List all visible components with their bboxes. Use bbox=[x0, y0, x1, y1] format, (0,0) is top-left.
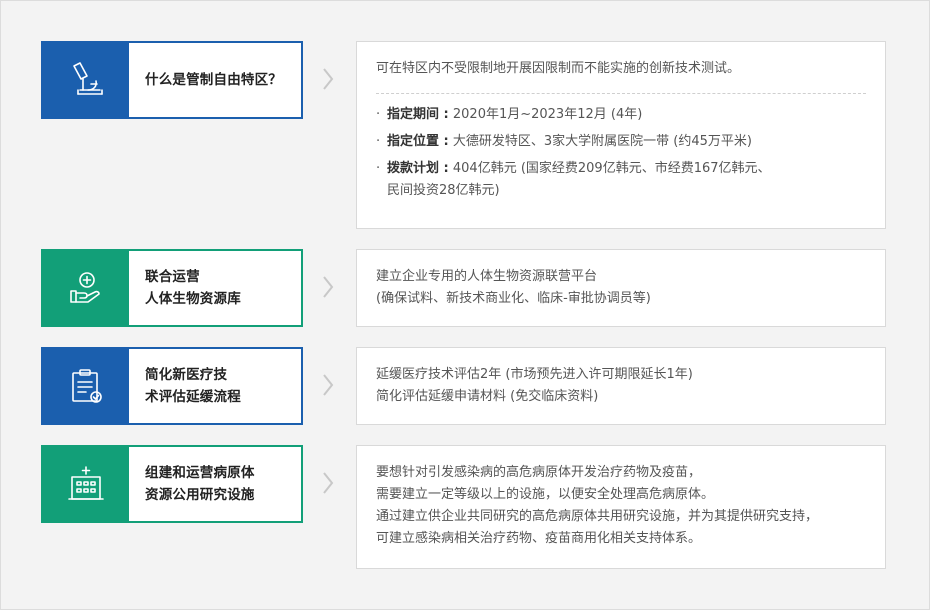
hand-medical-icon bbox=[70, 272, 100, 303]
bullet-text: 2020年1月~2023年12月 (4年) bbox=[452, 107, 643, 122]
bullet-label: 拨款计划 : bbox=[387, 161, 449, 176]
description-special-zone: 可在特区内不受限制地开展因限制而不能实施的创新技术测试。 · 指定期间 : 20… bbox=[356, 41, 886, 229]
chevron-right-icon bbox=[318, 468, 338, 498]
card-icon-box bbox=[43, 251, 129, 325]
clipboard-check-icon bbox=[72, 369, 102, 403]
description-line: 通过建立供企业共同研究的高危病原体共用研究设施，并为其提供研究支持， bbox=[376, 509, 819, 524]
description-line: 需要建立一定等级以上的设施，以便安全处理高危病原体。 bbox=[376, 487, 715, 502]
description-line: (确保试料、新技术商业化、临床-审批协调员等) bbox=[376, 291, 651, 306]
intro-text: 可在特区内不受限制地开展因限制而不能实施的创新技术测试。 bbox=[376, 61, 741, 76]
card-title: 联合运营 人体生物资源库 bbox=[129, 251, 301, 325]
card-title-line: 术评估延缓流程 bbox=[145, 389, 241, 405]
card-title: 组建和运营病原体 资源公用研究设施 bbox=[129, 447, 301, 521]
card-icon-box bbox=[43, 447, 129, 521]
description-line: 建立企业专用的人体生物资源联营平台 bbox=[376, 269, 598, 284]
microscope-icon bbox=[73, 62, 103, 95]
card-icon-box bbox=[43, 349, 129, 423]
card-title-line: 人体生物资源库 bbox=[145, 291, 241, 307]
description-pathogen-facility: 要想针对引发感染病的高危病原体开发治疗药物及疫苗， 需要建立一定等级以上的设施，… bbox=[356, 445, 886, 569]
bullet-text: 404亿韩元 (国家经费209亿韩元、市经费167亿韩元、 bbox=[452, 161, 771, 176]
bullet-label: 指定位置 : bbox=[387, 134, 449, 149]
bullet-text-continued: 民间投资28亿韩元) bbox=[387, 183, 500, 198]
bullet-location: · 指定位置 : 大德研发特区、3家大学附属医院一带 (约45万平米) bbox=[376, 134, 752, 149]
bullet-funding: · 拨款计划 : 404亿韩元 (国家经费209亿韩元、市经费167亿韩元、 民间… bbox=[376, 161, 771, 198]
card-medtech-evaluation: 简化新医疗技 术评估延缓流程 bbox=[41, 347, 303, 425]
dashed-divider bbox=[376, 93, 866, 94]
bullet-period: · 指定期间 : 2020年1月~2023年12月 (4年) bbox=[376, 107, 643, 122]
card-title-line: 什么是管制自由特区？ bbox=[145, 72, 282, 88]
description-biobank: 建立企业专用的人体生物资源联营平台 (确保试料、新技术商业化、临床-审批协调员等… bbox=[356, 249, 886, 327]
bullet-label: 指定期间 : bbox=[387, 107, 449, 122]
chevron-right-icon bbox=[318, 272, 338, 302]
description-medtech-evaluation: 延缓医疗技术评估2年 (市场预先进入许可期限延长1年) 简化评估延缓申请材料 (… bbox=[356, 347, 886, 425]
description-line: 简化评估延缓申请材料 (免交临床资料) bbox=[376, 389, 599, 404]
chevron-right-icon bbox=[318, 64, 338, 94]
card-title-line: 资源公用研究设施 bbox=[145, 487, 255, 503]
card-icon-box bbox=[43, 43, 129, 117]
hospital-building-icon bbox=[68, 466, 104, 500]
card-title-line: 联合运营 bbox=[145, 269, 200, 285]
bullet-text: 大德研发特区、3家大学附属医院一带 (约45万平米) bbox=[452, 134, 752, 149]
chevron-right-icon bbox=[318, 370, 338, 400]
description-line: 要想针对引发感染病的高危病原体开发治疗药物及疫苗， bbox=[376, 465, 702, 480]
description-line: 延缓医疗技术评估2年 (市场预先进入许可期限延长1年) bbox=[376, 367, 693, 382]
description-line: 可建立感染病相关治疗药物、疫苗商用化相关支持体系。 bbox=[376, 531, 702, 546]
card-special-zone: 什么是管制自由特区？ bbox=[41, 41, 303, 119]
card-pathogen-facility: 组建和运营病原体 资源公用研究设施 bbox=[41, 445, 303, 523]
card-biobank: 联合运营 人体生物资源库 bbox=[41, 249, 303, 327]
card-title-line: 组建和运营病原体 bbox=[145, 465, 255, 481]
card-title: 什么是管制自由特区？ bbox=[129, 43, 301, 117]
card-title: 简化新医疗技 术评估延缓流程 bbox=[129, 349, 301, 423]
card-title-line: 简化新医疗技 bbox=[145, 367, 228, 383]
